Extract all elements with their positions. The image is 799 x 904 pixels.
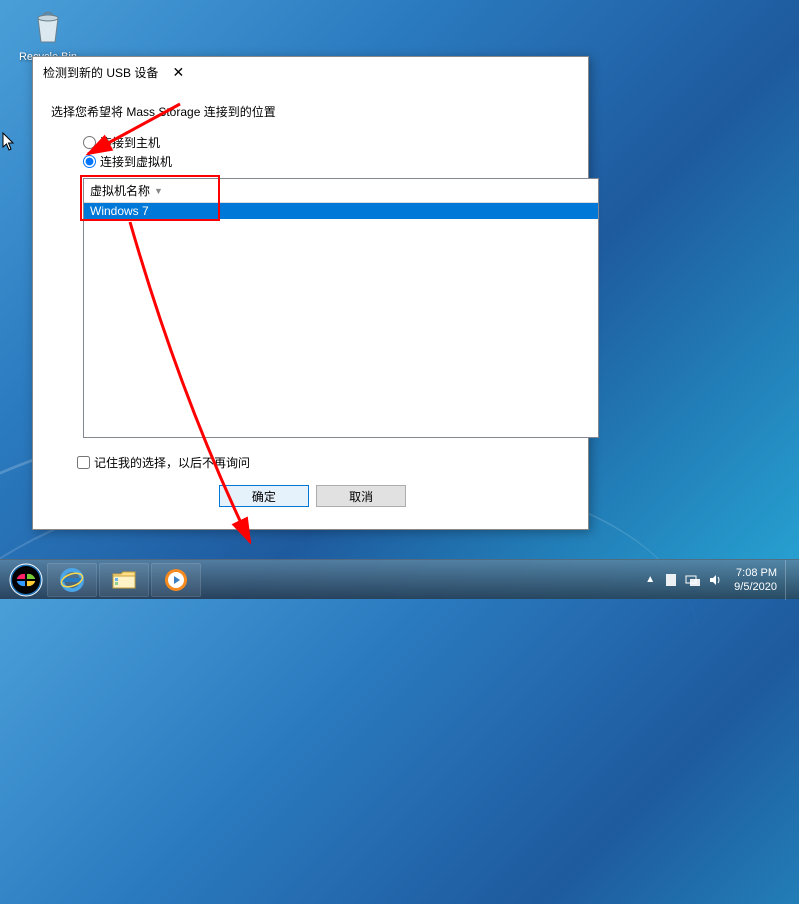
- clock-date: 9/5/2020: [734, 580, 777, 594]
- dialog-prompt: 选择您希望将 Mass Storage 连接到的位置: [51, 103, 574, 120]
- recycle-bin-icon: [28, 6, 68, 46]
- taskbar-app-explorer[interactable]: [99, 563, 149, 597]
- vm-row[interactable]: Windows 7: [84, 203, 598, 219]
- media-player-icon: [163, 567, 189, 593]
- dialog-body: 选择您希望将 Mass Storage 连接到的位置 连接到主机 连接到虚拟机 …: [33, 87, 588, 529]
- close-button[interactable]: ✕: [158, 61, 198, 83]
- start-orb-icon: [9, 563, 43, 597]
- dialog-title: 检测到新的 USB 设备: [43, 64, 158, 81]
- taskbar-app-media-player[interactable]: [151, 563, 201, 597]
- taskbar-app-ie[interactable]: [47, 563, 97, 597]
- folder-icon: [111, 569, 137, 591]
- cancel-button[interactable]: 取消: [316, 485, 406, 507]
- radio-connect-host[interactable]: [83, 136, 96, 149]
- remember-choice-row: 记住我的选择，以后不再询问: [77, 454, 574, 471]
- tray-overflow-button[interactable]: ▲: [642, 574, 658, 585]
- close-icon: ✕: [172, 64, 184, 81]
- network-icon[interactable]: [684, 571, 702, 589]
- sort-indicator-icon: ▼: [154, 186, 163, 196]
- taskbar-clock[interactable]: 7:08 PM 9/5/2020: [726, 566, 785, 594]
- remember-checkbox[interactable]: [77, 456, 90, 469]
- radio-connect-vm-label: 连接到虚拟机: [100, 153, 172, 170]
- volume-icon[interactable]: [706, 571, 724, 589]
- start-button[interactable]: [6, 560, 46, 600]
- clock-time: 7:08 PM: [734, 566, 777, 580]
- connect-target-radio-group: 连接到主机 连接到虚拟机: [83, 134, 574, 170]
- desktop-icon-recycle-bin[interactable]: Recycle Bin: [18, 6, 78, 63]
- vm-list-header-name: 虚拟机名称: [90, 182, 150, 199]
- usb-device-dialog: 检测到新的 USB 设备 ✕ 选择您希望将 Mass Storage 连接到的位…: [32, 56, 589, 530]
- radio-connect-vm[interactable]: [83, 155, 96, 168]
- taskbar: ▲ 7:08 PM 9/5/2020: [0, 559, 799, 599]
- vm-row-name: Windows 7: [90, 204, 149, 218]
- vm-list[interactable]: 虚拟机名称 ▼ Windows 7: [83, 178, 599, 438]
- mouse-cursor-icon: [2, 132, 16, 152]
- dialog-button-bar: 确定 取消: [51, 485, 574, 507]
- system-tray: ▲ 7:08 PM 9/5/2020: [642, 560, 799, 600]
- show-desktop-button[interactable]: [785, 560, 795, 600]
- vm-list-header[interactable]: 虚拟机名称 ▼: [84, 179, 598, 203]
- radio-connect-host-label: 连接到主机: [100, 134, 160, 151]
- remember-checkbox-label: 记住我的选择，以后不再询问: [94, 454, 250, 471]
- dialog-titlebar[interactable]: 检测到新的 USB 设备 ✕: [33, 57, 588, 87]
- action-center-icon[interactable]: [662, 571, 680, 589]
- ie-icon: [59, 567, 85, 593]
- ok-button[interactable]: 确定: [219, 485, 309, 507]
